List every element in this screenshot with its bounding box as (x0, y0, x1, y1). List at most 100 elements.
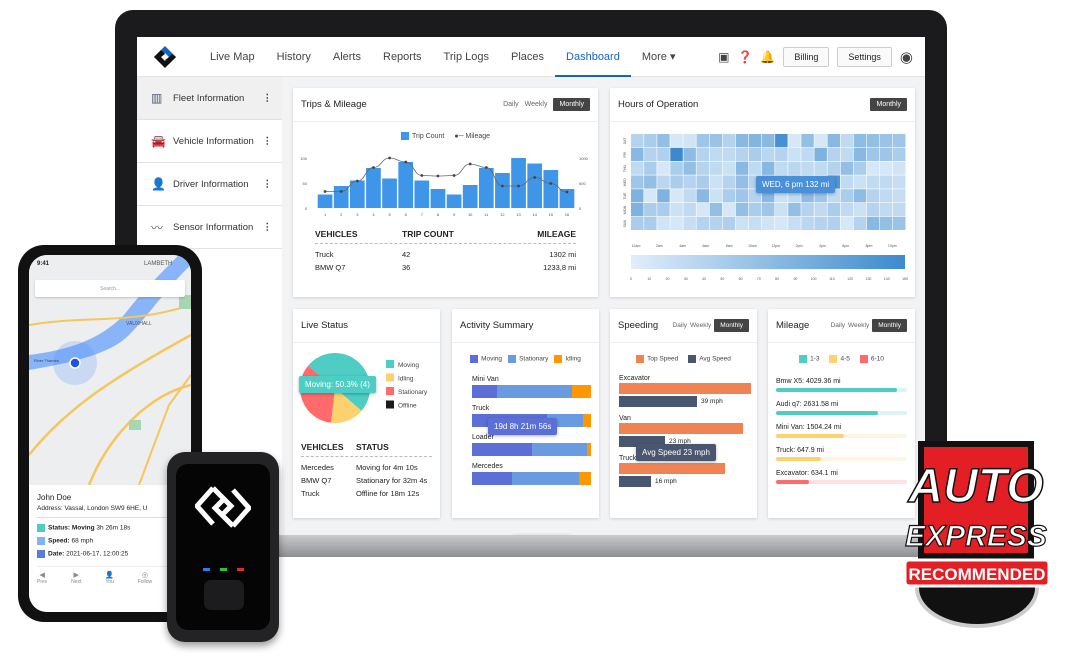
more-vert-icon[interactable]: ⋮ (263, 179, 273, 190)
legend-label: Idling (398, 376, 414, 383)
app-logo[interactable] (151, 43, 179, 71)
heatmap-cell (631, 203, 644, 217)
legend-item: Moving (470, 355, 502, 363)
gps-tracker-device (167, 452, 279, 642)
table-header: VEHICLES STATUS (301, 438, 432, 457)
bar-label: Loader (472, 434, 494, 441)
x-tick-label: 8pm (866, 244, 873, 248)
tab-weekly[interactable]: Weekly (525, 101, 548, 108)
heatmap-cell (709, 134, 723, 148)
row-label: SAT (623, 137, 627, 144)
nav-history[interactable]: History (266, 37, 322, 77)
bar-segment-stationary (496, 385, 572, 398)
chat-icon[interactable]: ▣ (718, 50, 729, 64)
heatmap-cell (722, 175, 736, 189)
heatmap-cell (683, 189, 696, 203)
tab-daily[interactable]: Daily (503, 101, 519, 108)
x-tick-label: 11 (484, 212, 489, 217)
sidebar-item-driver[interactable]: 👤 Driver Information ⋮ (137, 163, 282, 206)
phone-nav-prev[interactable]: ◀ Prev (37, 571, 47, 585)
more-vert-icon[interactable]: ⋮ (263, 93, 273, 104)
phone-nav-follow[interactable]: ◎ Follow (138, 571, 152, 585)
nav-live-map[interactable]: Live Map (199, 37, 266, 77)
sos-button[interactable] (204, 580, 244, 610)
card-title: Activity Summary (460, 320, 534, 331)
heatmap-cell (670, 189, 683, 203)
heatmap-cell (748, 147, 762, 161)
more-vert-icon[interactable]: ⋮ (263, 136, 273, 147)
tab-monthly[interactable]: Monthly (872, 319, 907, 332)
svg-text:EXPRESS: EXPRESS (905, 520, 1047, 553)
phone-nav-you[interactable]: 👤 You (105, 571, 114, 585)
top-speed-bar[interactable] (619, 423, 743, 434)
heatmap-cell (853, 189, 867, 203)
sidebar-item-vehicle[interactable]: 🚘 Vehicle Information ⋮ (137, 120, 282, 163)
sidebar-item-fleet[interactable]: ▥ Fleet Information ⋮ (137, 77, 282, 120)
map-search-input[interactable]: Search... (35, 280, 185, 297)
more-vert-icon[interactable]: ⋮ (263, 222, 273, 233)
mileage-point (484, 166, 488, 169)
tab-weekly[interactable]: Weekly (848, 322, 869, 329)
sidebar-item-sensor[interactable]: 〰 Sensor Information ⋮ (137, 206, 282, 249)
row-label: WED (623, 178, 627, 187)
activity-summary-card: Activity Summary Moving Stationary Idling … (452, 309, 599, 518)
nav-more[interactable]: More ▾ (631, 37, 687, 77)
tab-weekly[interactable]: Weekly (690, 322, 711, 329)
avg-speed-bar[interactable] (619, 396, 697, 407)
bar-label: Mini Van (472, 376, 499, 383)
heatmap-cell (866, 134, 880, 148)
heatmap-cell (827, 134, 840, 148)
account-icon[interactable]: ◉ (900, 48, 913, 66)
calendar-icon (37, 550, 45, 558)
help-icon[interactable]: ❓ (737, 50, 752, 64)
nav-places[interactable]: Places (500, 37, 555, 77)
y2-tick-label: 1000 (579, 156, 589, 161)
color-scale (631, 255, 905, 269)
activity-tooltip: 19d 8h 21m 56s (488, 418, 558, 435)
hours-heatmap: SAT FRI THU WED TUE MON SUN 12am 2am 4am 6am 8am 10a… (623, 134, 908, 281)
heatmap-cell (866, 216, 880, 230)
phone-nav-next[interactable]: ▶ Next (71, 571, 81, 585)
heatmap-cell (722, 216, 736, 230)
stacked-bar[interactable] (472, 443, 591, 456)
nav-trip-logs[interactable]: Trip Logs (433, 37, 500, 77)
heatmap-cell (735, 216, 749, 230)
nav-reports[interactable]: Reports (372, 37, 433, 77)
heatmap-cell (866, 203, 880, 217)
mileage-label: Mini Van: 1504.24 mi (776, 424, 842, 431)
nav-dashboard[interactable]: Dashboard (555, 37, 631, 77)
x-tick-label: 9 (453, 212, 456, 217)
tab-monthly[interactable]: Monthly (870, 98, 907, 111)
card-title: Trips & Mileage (301, 99, 367, 110)
bar-label: Truck (472, 405, 490, 412)
settings-button[interactable]: Settings (837, 46, 892, 67)
avg-speed-bar[interactable] (619, 476, 651, 487)
card-title: Live Status (301, 320, 348, 331)
heatmap-cell (879, 203, 893, 217)
nav-alerts[interactable]: Alerts (322, 37, 372, 77)
pie-tooltip: Moving: 50.3% (4) (299, 376, 376, 393)
stacked-bar[interactable] (472, 472, 591, 485)
scale-tick-label: 50 (720, 277, 724, 281)
hours-card: Hours of Operation Monthly SAT FRI THU WED TU… (610, 88, 915, 297)
stacked-bar[interactable] (472, 385, 591, 398)
tab-monthly[interactable]: Monthly (553, 98, 590, 111)
mileage-point (468, 162, 472, 166)
trip-count-bar (398, 162, 414, 208)
top-speed-bar[interactable] (619, 383, 751, 394)
mileage-track (776, 388, 907, 392)
table-cell: 1233,8 mi (543, 263, 576, 272)
heatmap-cell (879, 134, 893, 148)
mileage-fill (776, 480, 809, 484)
heatmap-cell (735, 134, 749, 148)
bell-icon[interactable]: 🔔 (760, 50, 775, 64)
table-cell: Stationary for 32m 4s (356, 476, 428, 485)
tab-daily[interactable]: Daily (673, 322, 687, 329)
tab-daily[interactable]: Daily (831, 322, 845, 329)
x-tick-label: 10 (468, 212, 473, 217)
billing-button[interactable]: Billing (783, 46, 830, 67)
tab-monthly[interactable]: Monthly (714, 319, 749, 332)
top-speed-bar[interactable] (619, 463, 725, 474)
scale-tick-label: 150 (902, 277, 908, 281)
x-tick-label: 5 (388, 212, 391, 217)
